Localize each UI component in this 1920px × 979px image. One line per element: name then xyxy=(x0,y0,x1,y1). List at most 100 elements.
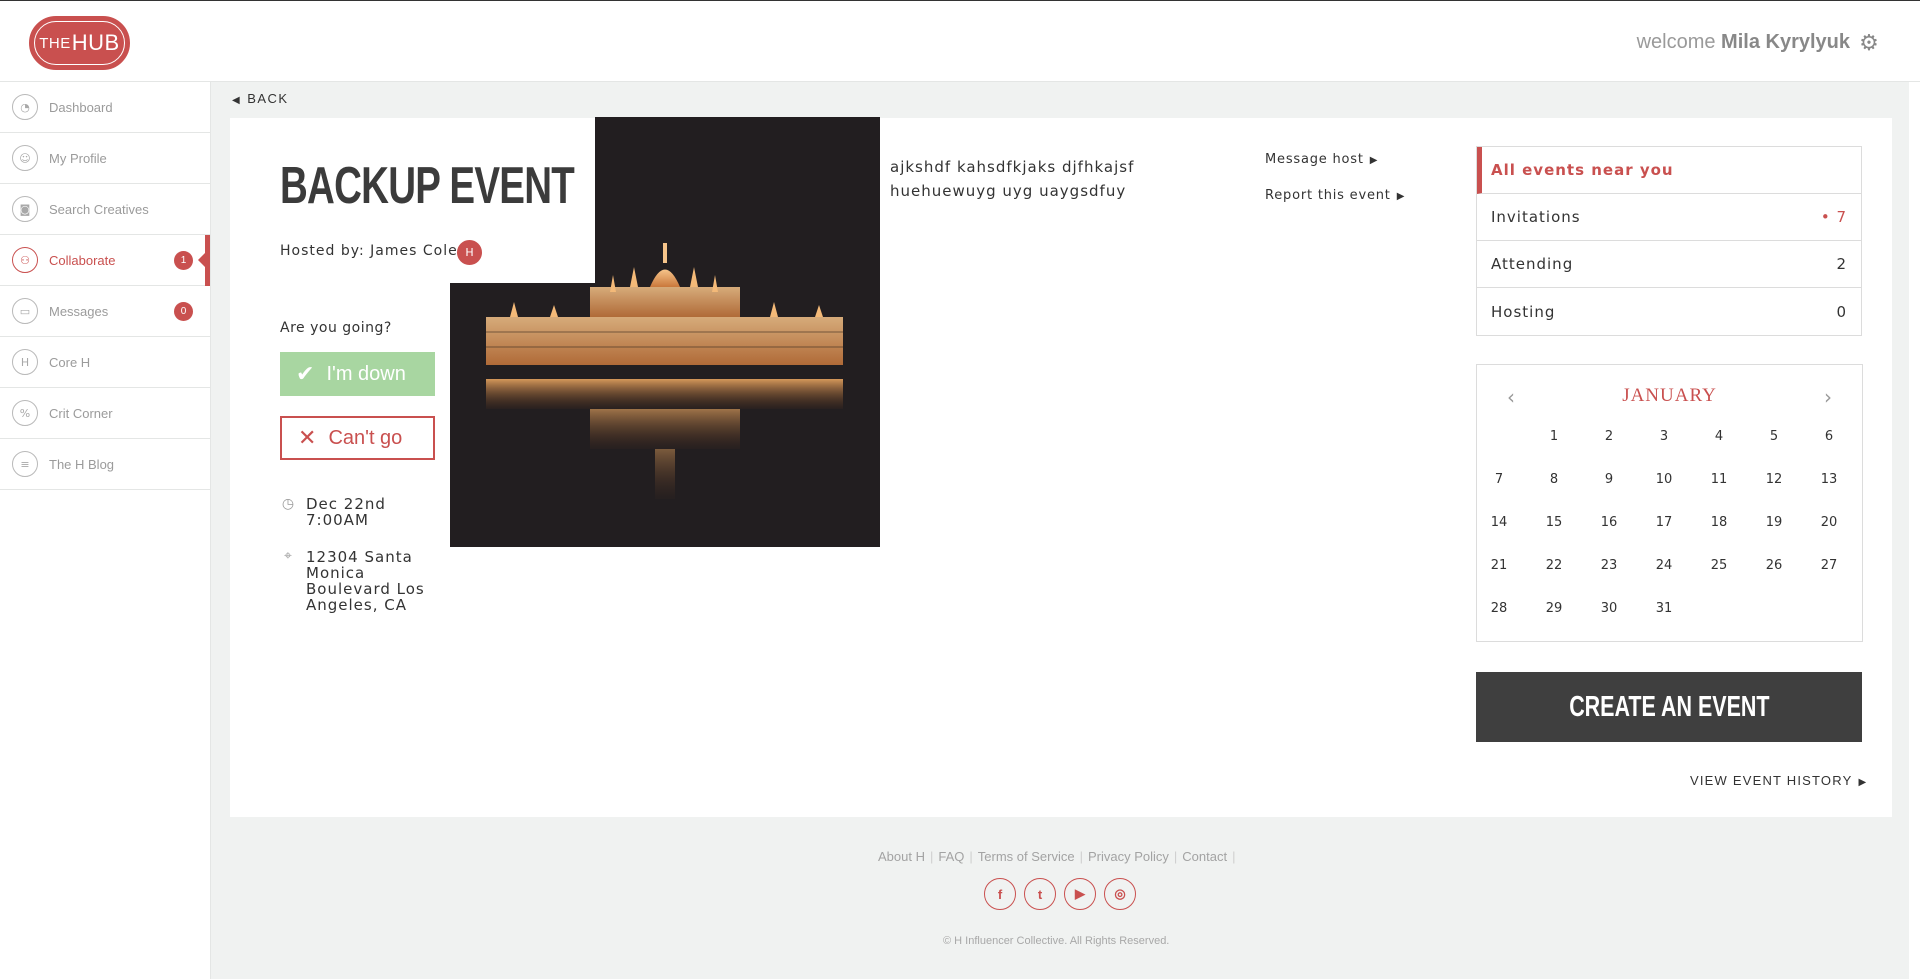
dashboard-icon: ◔ xyxy=(12,94,38,120)
location-pin-icon: ⌖ xyxy=(284,548,292,564)
back-link[interactable]: ◀ BACK xyxy=(232,91,289,106)
footer-link-about-h[interactable]: About H xyxy=(878,849,925,864)
report-event-label: Report this event xyxy=(1265,188,1391,203)
host-avatar[interactable]: H xyxy=(457,240,482,265)
footer-link-faq[interactable]: FAQ xyxy=(938,849,964,864)
event-title: BACKUP EVENT xyxy=(280,157,575,215)
hub-logo[interactable]: THE HUB xyxy=(29,16,130,70)
calendar-day[interactable]: 1 xyxy=(1534,429,1574,444)
filter-hosting[interactable]: Hosting 0 xyxy=(1477,288,1861,335)
collaborate-icon: ⚇ xyxy=(12,247,38,273)
footer-link-contact[interactable]: Contact xyxy=(1182,849,1227,864)
instagram-icon[interactable]: ◎ xyxy=(1104,878,1136,910)
twitter-icon[interactable]: t xyxy=(1024,878,1056,910)
description-line-2: huehuewuyg uyg uaygsdfuy xyxy=(890,182,1127,200)
core-h-icon: H xyxy=(12,349,38,375)
calendar-day[interactable]: 24 xyxy=(1644,558,1684,573)
calendar-day[interactable]: 27 xyxy=(1809,558,1849,573)
filter-attending[interactable]: Attending 2 xyxy=(1477,241,1861,288)
calendar-month: JANUARY xyxy=(1622,385,1717,406)
im-down-button[interactable]: ✔ I'm down xyxy=(280,352,435,396)
logo-text-big: HUB xyxy=(71,30,120,55)
sidebar-item-label: Search Creatives xyxy=(49,201,149,217)
calendar-day[interactable]: 25 xyxy=(1699,558,1739,573)
calendar-day[interactable]: 7 xyxy=(1479,472,1519,487)
facebook-icon[interactable]: f xyxy=(984,878,1016,910)
sidebar-item-the-h-blog[interactable]: ≡ The H Blog xyxy=(0,439,210,490)
calendar-day[interactable]: 18 xyxy=(1699,515,1739,530)
calendar-day[interactable]: 20 xyxy=(1809,515,1849,530)
crit-corner-icon: % xyxy=(12,400,38,426)
sidebar-item-search-creatives[interactable]: ◙ Search Creatives xyxy=(0,184,210,235)
copyright: © H Influencer Collective. All Rights Re… xyxy=(943,935,1170,947)
sidebar-item-label: My Profile xyxy=(49,150,107,166)
calendar-day[interactable]: 31 xyxy=(1644,601,1684,616)
sidebar-item-label: Core H xyxy=(49,354,91,370)
sidebar: ◔ Dashboard ☺ My Profile ◙ Search Creatives ⚇ C… xyxy=(0,82,211,979)
sidebar-item-label: Messages xyxy=(49,303,109,319)
sidebar-item-collaborate[interactable]: ⚇ Collaborate 1 xyxy=(0,235,210,286)
calendar-day[interactable]: 8 xyxy=(1534,472,1574,487)
youtube-icon[interactable]: ▶ xyxy=(1064,878,1096,910)
calendar-day[interactable]: 21 xyxy=(1479,558,1519,573)
calendar-day[interactable]: 6 xyxy=(1809,429,1849,444)
calendar-day[interactable]: 4 xyxy=(1699,429,1739,444)
event-datetime: Dec 22nd 7:00AM xyxy=(306,496,386,528)
filter-label: All events near you xyxy=(1491,161,1674,179)
check-icon: ✔ xyxy=(296,361,315,386)
calendar-day[interactable]: 16 xyxy=(1589,515,1629,530)
calendar-day[interactable]: 11 xyxy=(1699,472,1739,487)
calendar-day[interactable]: 10 xyxy=(1644,472,1684,487)
description-line-1: ajkshdf kahsdfkjaks djfhkajsf xyxy=(890,158,1135,176)
sidebar-item-label: Collaborate xyxy=(49,252,116,268)
calendar-day[interactable]: 30 xyxy=(1589,601,1629,616)
sidebar-item-my-profile[interactable]: ☺ My Profile xyxy=(0,133,210,184)
messages-icon: ▭ xyxy=(12,298,38,324)
camera-icon: ◙ xyxy=(12,196,38,222)
calendar-day[interactable]: 13 xyxy=(1809,472,1849,487)
top-bar: THE HUB welcome Mila Kyrylyuk ⚙ xyxy=(0,0,1920,82)
calendar-day[interactable]: 15 xyxy=(1534,515,1574,530)
report-event-link[interactable]: Report this event ▶ xyxy=(1265,188,1405,203)
calendar-day[interactable]: 22 xyxy=(1534,558,1574,573)
filter-invitations[interactable]: Invitations • 7 xyxy=(1477,194,1861,241)
chevron-right-icon[interactable]: › xyxy=(1824,385,1832,409)
event-address: 12304 Santa Monica Boulevard Los Angeles… xyxy=(306,549,425,613)
sidebar-item-dashboard[interactable]: ◔ Dashboard xyxy=(0,82,210,133)
calendar-day[interactable]: 17 xyxy=(1644,515,1684,530)
event-date: Dec 22nd xyxy=(306,495,386,513)
footer-links: About H | FAQ | Terms of Service | Privacy Pol… xyxy=(878,849,1241,864)
close-icon: ✕ xyxy=(298,425,317,450)
footer-separator: | xyxy=(1173,849,1178,864)
calendar-day[interactable]: 9 xyxy=(1589,472,1629,487)
sidebar-item-crit-corner[interactable]: % Crit Corner xyxy=(0,388,210,439)
gear-icon[interactable]: ⚙ xyxy=(1858,33,1880,55)
calendar-day[interactable]: 23 xyxy=(1589,558,1629,573)
footer-separator: | xyxy=(1232,849,1236,864)
arrow-right-icon: ▶ xyxy=(1858,777,1868,788)
user-name: Mila Kyrylyuk xyxy=(1721,31,1850,53)
filter-count: 2 xyxy=(1836,255,1847,273)
message-host-link[interactable]: Message host ▶ xyxy=(1265,152,1378,167)
calendar-day[interactable]: 3 xyxy=(1644,429,1684,444)
view-event-history-link[interactable]: VIEW EVENT HISTORY ▶ xyxy=(1690,773,1867,788)
calendar-day[interactable]: 28 xyxy=(1479,601,1519,616)
calendar-day[interactable]: 14 xyxy=(1479,515,1519,530)
sidebar-item-messages[interactable]: ▭ Messages 0 xyxy=(0,286,210,337)
message-host-label: Message host xyxy=(1265,152,1364,167)
calendar-day[interactable]: 26 xyxy=(1754,558,1794,573)
calendar-day[interactable]: 29 xyxy=(1534,601,1574,616)
filter-all-events-near-you[interactable]: All events near you xyxy=(1477,147,1861,194)
calendar-day[interactable]: 19 xyxy=(1754,515,1794,530)
footer-link-privacy-policy[interactable]: Privacy Policy xyxy=(1088,849,1169,864)
calendar-day[interactable]: 2 xyxy=(1589,429,1629,444)
calendar-day[interactable]: 5 xyxy=(1754,429,1794,444)
create-event-label: CREATE AN EVENT xyxy=(1568,690,1770,723)
footer-link-terms-of-service[interactable]: Terms of Service xyxy=(978,849,1075,864)
calendar-day[interactable]: 12 xyxy=(1754,472,1794,487)
cant-go-button[interactable]: ✕ Can't go xyxy=(280,416,435,460)
create-event-button[interactable]: CREATE AN EVENT xyxy=(1476,672,1862,742)
address-line-3: Boulevard Los xyxy=(306,580,425,598)
sidebar-item-core-h[interactable]: H Core H xyxy=(0,337,210,388)
filter-count: • 7 xyxy=(1820,208,1847,226)
